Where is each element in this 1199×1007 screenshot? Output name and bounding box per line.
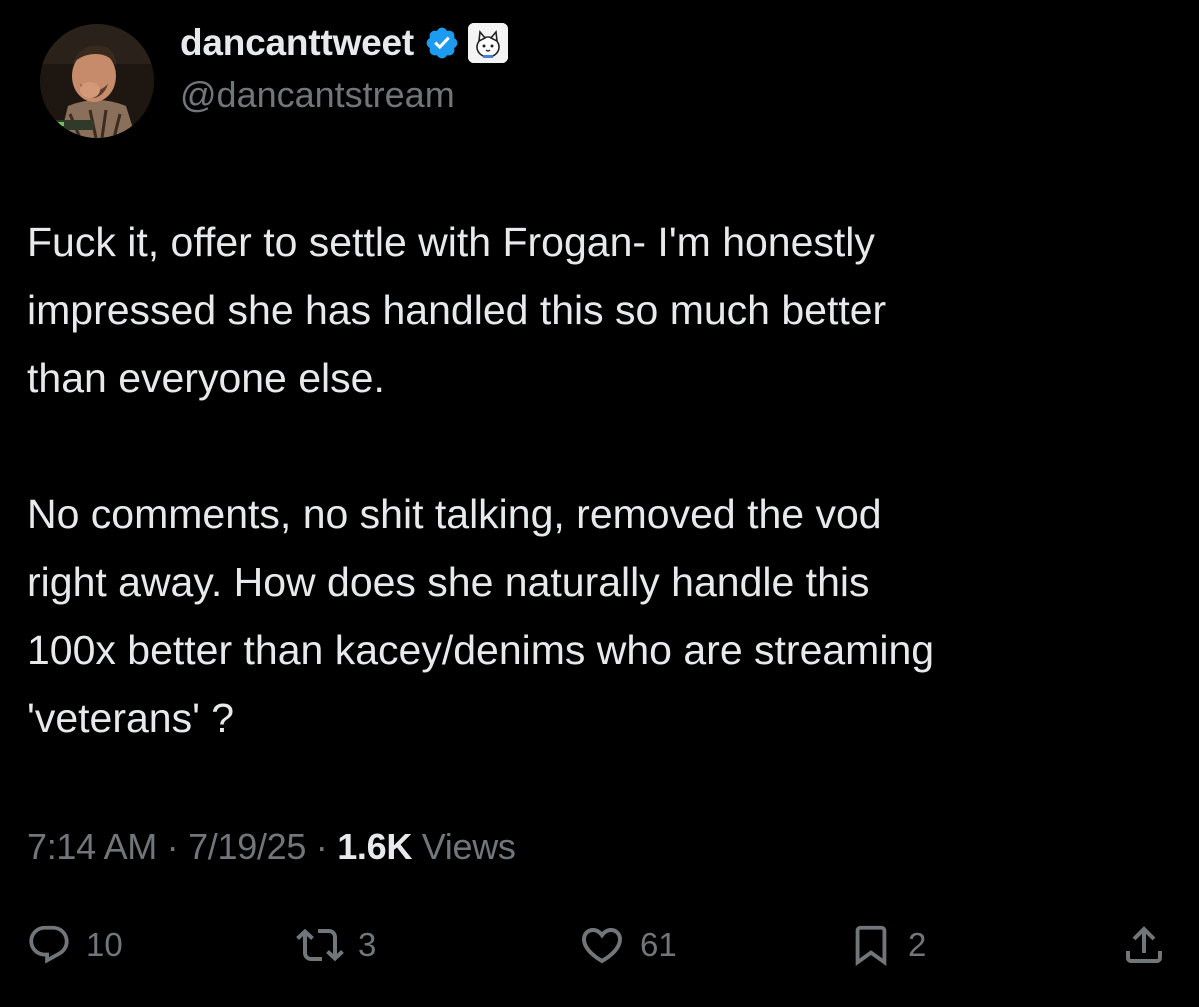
verified-badge-icon[interactable] [424, 25, 460, 61]
views-count[interactable]: 1.6K [337, 826, 412, 867]
retweet-count: 3 [358, 926, 377, 963]
tweet-paragraph: Fuck it, offer to settle with Frogan- I'… [27, 219, 887, 401]
affiliate-badge-icon[interactable] [468, 23, 509, 63]
meta-separator: · [156, 826, 189, 867]
tweet-meta: 7:14 AM · 7/19/25 · 1.6K Views [27, 826, 516, 868]
like-count: 61 [640, 926, 677, 963]
action-bar: 10 3 61 2 [0, 915, 1199, 975]
profile-avatar[interactable] [40, 24, 154, 138]
reply-count: 10 [86, 926, 123, 963]
bookmark-icon [848, 920, 894, 970]
tweet-date[interactable]: 7/19/25 [188, 826, 306, 867]
heart-icon [578, 921, 626, 969]
tweet-paragraph: No comments, no shit talking, removed th… [27, 491, 935, 741]
author-name-row: dancanttweet [180, 20, 509, 66]
retweet-icon [296, 921, 344, 969]
tweet-time[interactable]: 7:14 AM [27, 826, 157, 867]
share-button[interactable] [1120, 915, 1168, 975]
retweet-button[interactable]: 3 [296, 915, 376, 975]
author-handle[interactable]: @dancantstream [180, 74, 455, 116]
bookmark-button[interactable]: 2 [848, 915, 926, 975]
share-icon [1120, 921, 1168, 969]
like-button[interactable]: 61 [578, 915, 677, 975]
reply-icon [26, 922, 72, 968]
meta-separator: · [306, 826, 338, 867]
author-display-name[interactable]: dancanttweet [180, 22, 414, 64]
reply-button[interactable]: 10 [26, 915, 123, 975]
bookmark-count: 2 [908, 926, 927, 963]
tweet-text: Fuck it, offer to settle with Frogan- I'… [27, 208, 1177, 752]
views-label: Views [412, 826, 516, 867]
